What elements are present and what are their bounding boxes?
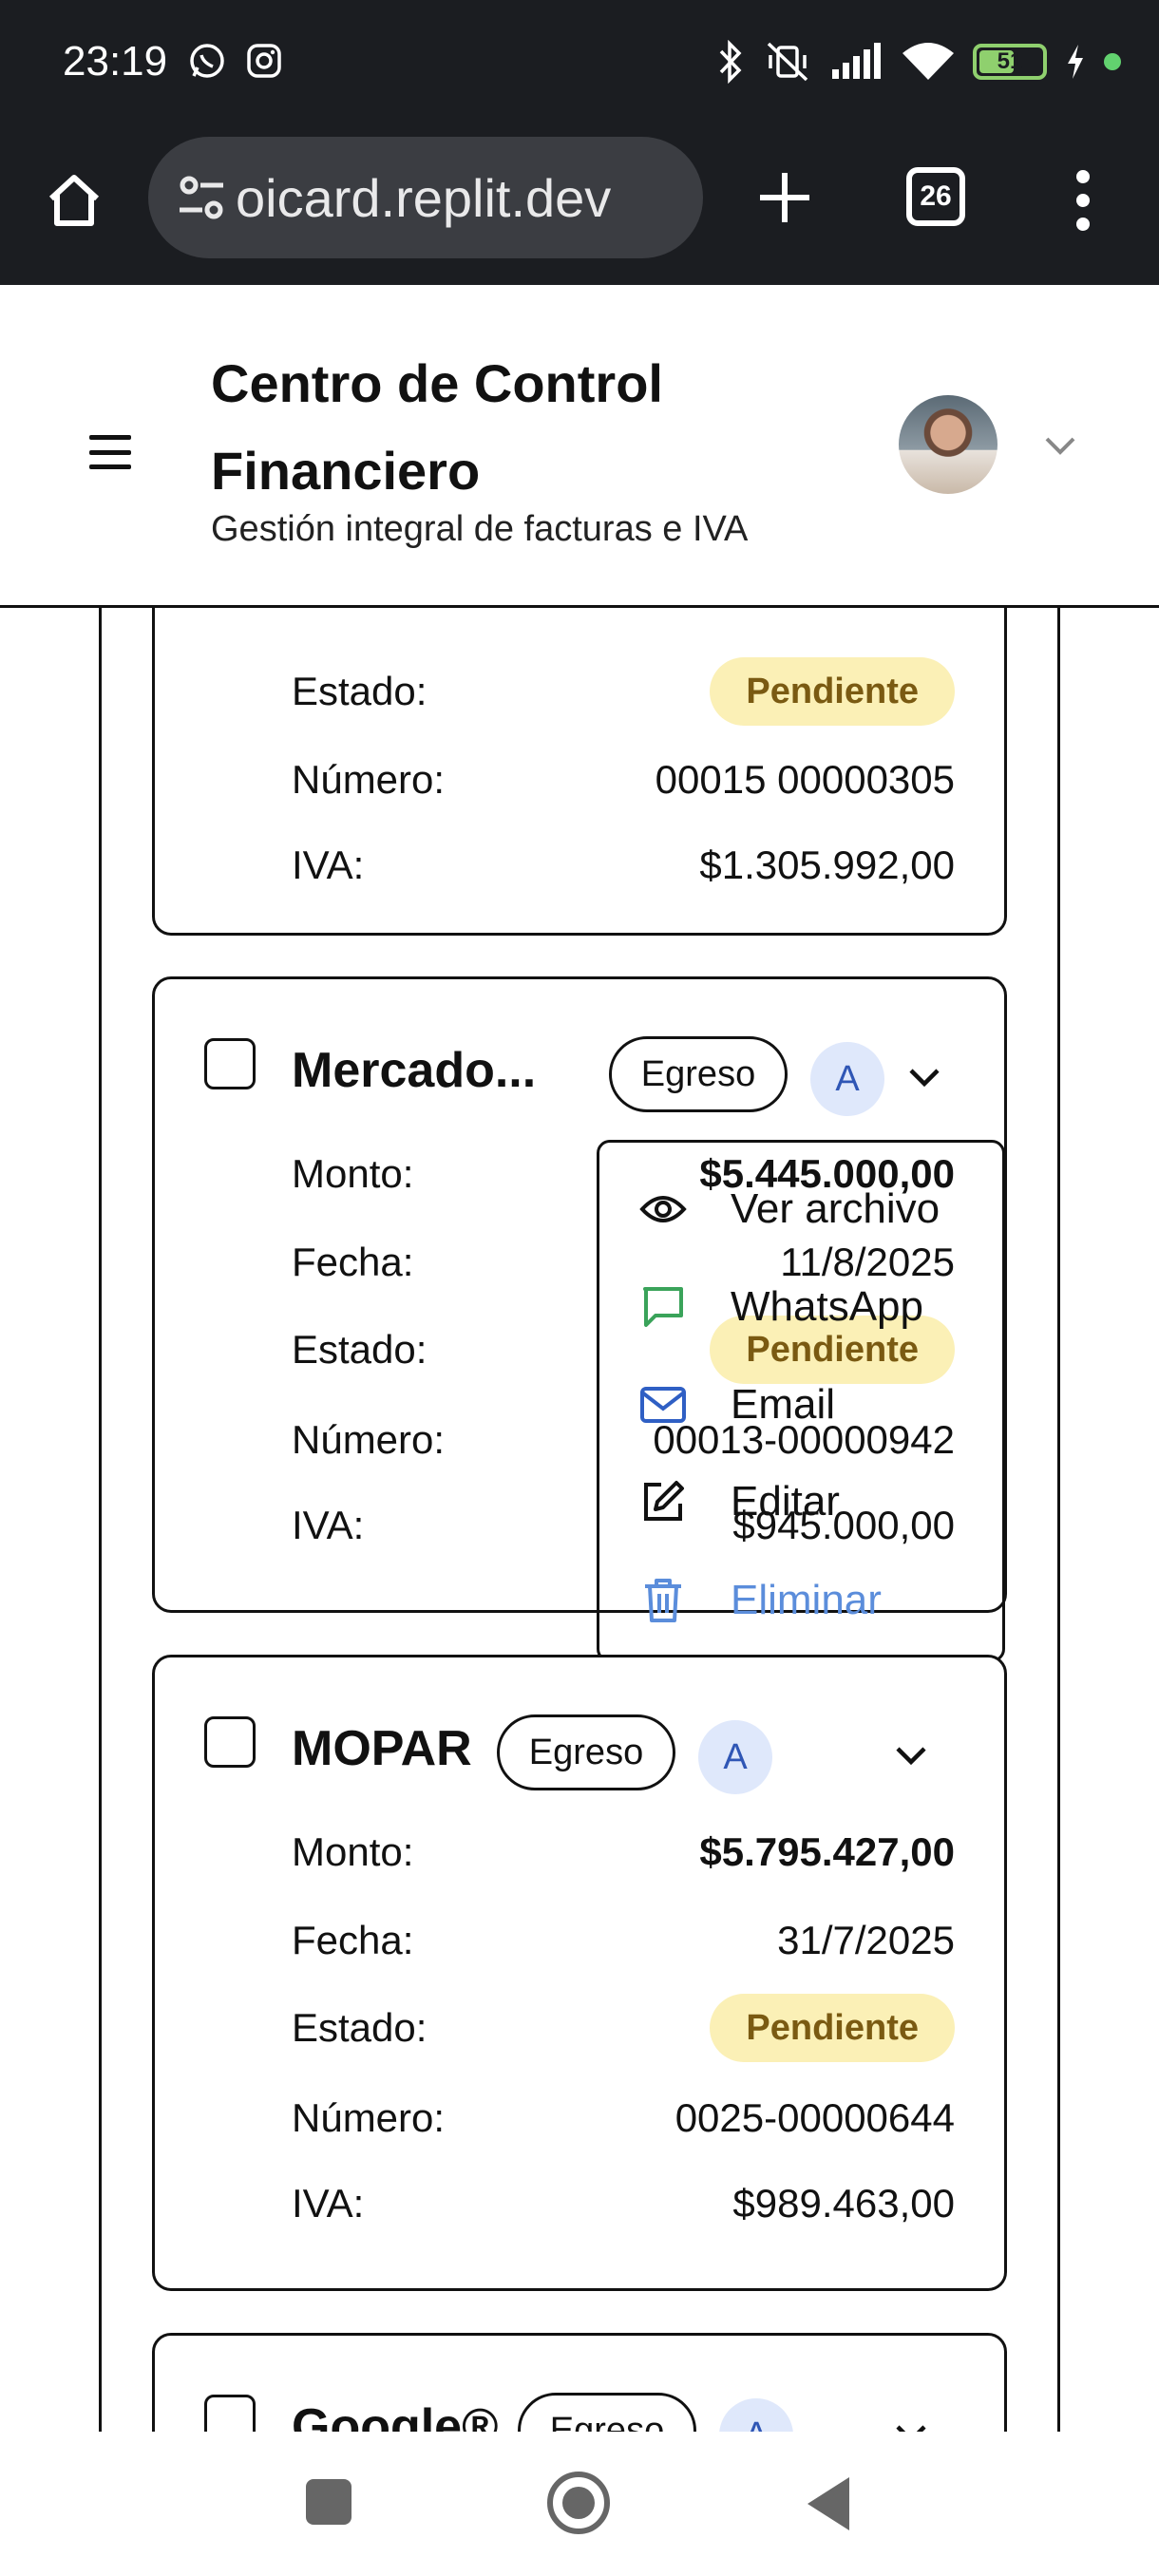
chevron-down-icon[interactable] <box>886 2410 936 2432</box>
home-icon[interactable] <box>40 166 108 235</box>
status-label: Estado: <box>292 1327 428 1372</box>
menu-icon[interactable] <box>86 427 135 477</box>
date-value: 31/7/2025 <box>777 1918 955 1962</box>
amount-value: $5.795.427,00 <box>699 1829 955 1874</box>
status-label: Estado: <box>292 2005 428 2050</box>
date-label: Fecha: <box>292 1240 414 1284</box>
avatar[interactable] <box>899 395 998 494</box>
category-badge: A <box>719 2398 793 2432</box>
status-badge: Pendiente <box>710 1994 955 2062</box>
number-row: Número: 0025-00000644 <box>292 2090 955 2147</box>
number-value: 00015 00000305 <box>655 757 955 802</box>
status-bar: 23:19 51 <box>0 0 1159 123</box>
amount-row: Monto: $5.795.427,00 <box>292 1824 955 1881</box>
number-label: Número: <box>292 2095 446 2140</box>
menu-item-label: Email <box>731 1381 836 1428</box>
trash-icon <box>637 1575 689 1626</box>
battery-icon: 51 <box>973 44 1047 80</box>
vibrate-off-icon <box>764 40 811 84</box>
date-row: Fecha: 31/7/2025 <box>292 1912 955 1969</box>
page-title: Centro de Control Financiero <box>211 353 663 501</box>
menu-item-delete[interactable]: Eliminar <box>637 1563 882 1638</box>
menu-item-email[interactable]: Email <box>637 1367 835 1443</box>
vendor-name: Mercado... <box>292 1043 537 1098</box>
more-options-icon[interactable] <box>1054 158 1112 243</box>
vat-label: IVA: <box>292 1503 365 1547</box>
number-label: Número: <box>292 1417 446 1462</box>
system-navigation-bar <box>0 2432 1159 2576</box>
whatsapp-icon <box>188 42 226 80</box>
wifi-icon <box>902 42 954 82</box>
number-label: Número: <box>292 757 446 802</box>
new-tab-icon[interactable] <box>750 163 819 232</box>
invoice-card: MOPAR Egreso A Monto: $5.795.427,00 Fech… <box>152 1655 1007 2291</box>
message-icon <box>637 1281 689 1333</box>
date-label: Fecha: <box>292 1918 414 1962</box>
status-row: Estado: Pendiente <box>292 1994 955 2062</box>
select-checkbox[interactable] <box>204 1716 256 1768</box>
chevron-down-icon[interactable] <box>900 1053 949 1103</box>
battery-level: 51 <box>997 48 1023 74</box>
bluetooth-icon <box>716 40 745 84</box>
status-label: Estado: <box>292 669 428 713</box>
menu-item-label: WhatsApp <box>731 1283 923 1330</box>
invoice-card: Google® Egreso A <box>152 2333 1007 2432</box>
select-checkbox[interactable] <box>204 1038 256 1089</box>
privacy-indicator-dot <box>1104 53 1121 70</box>
url-text: oicard.replit.dev <box>236 167 612 228</box>
menu-item-view-file[interactable]: Ver archivo <box>637 1171 940 1247</box>
amount-label: Monto: <box>292 1151 414 1196</box>
edit-icon <box>637 1476 689 1527</box>
type-badge: Egreso <box>518 2393 696 2432</box>
type-badge: Egreso <box>497 1714 675 1790</box>
vat-row: IVA: $989.463,00 <box>292 2175 955 2232</box>
category-badge: A <box>810 1042 884 1116</box>
invoice-list[interactable]: Estado: Pendiente Número: 00015 00000305… <box>0 608 1159 2432</box>
home-button[interactable] <box>547 2472 610 2534</box>
amount-label: Monto: <box>292 1829 414 1874</box>
category-badge: A <box>698 1720 772 1794</box>
status-badge: Pendiente <box>710 657 955 726</box>
back-button[interactable] <box>808 2477 849 2530</box>
eye-icon <box>637 1184 689 1235</box>
number-row: Número: 00015 00000305 <box>292 751 955 808</box>
recents-button[interactable] <box>306 2479 352 2525</box>
tab-switcher-button[interactable]: 26 <box>906 167 965 226</box>
vat-value: $1.305.992,00 <box>699 843 955 887</box>
app-header: Centro de Control Financiero Gestión int… <box>0 285 1159 608</box>
status-row: Estado: Pendiente <box>292 657 955 726</box>
chevron-down-icon[interactable] <box>1039 426 1081 467</box>
vat-label: IVA: <box>292 2181 365 2226</box>
instagram-icon <box>245 42 283 80</box>
signal-icon <box>830 43 884 81</box>
select-checkbox[interactable] <box>204 2395 256 2432</box>
browser-toolbar: oicard.replit.dev 26 <box>0 123 1159 285</box>
menu-item-whatsapp[interactable]: WhatsApp <box>637 1269 923 1345</box>
vat-value: $989.463,00 <box>732 2181 955 2226</box>
type-badge: Egreso <box>609 1036 788 1112</box>
site-settings-icon[interactable] <box>173 169 230 226</box>
mail-icon <box>637 1379 689 1430</box>
invoice-card: Estado: Pendiente Número: 00015 00000305… <box>152 608 1007 936</box>
charging-icon <box>1066 45 1085 79</box>
menu-item-label: Ver archivo <box>731 1185 940 1232</box>
menu-item-edit[interactable]: Editar <box>637 1464 840 1540</box>
vendor-name: MOPAR <box>292 1721 472 1776</box>
actions-dropdown: Ver archivo WhatsApp Email Editar Elimin… <box>597 1140 1005 1662</box>
vat-row: IVA: $1.305.992,00 <box>292 837 955 894</box>
status-time: 23:19 <box>63 38 168 85</box>
url-bar[interactable]: oicard.replit.dev <box>148 137 703 258</box>
page-subtitle: Gestión integral de facturas e IVA <box>211 509 749 549</box>
menu-item-label: Editar <box>731 1478 840 1525</box>
menu-item-label: Eliminar <box>731 1577 882 1623</box>
vat-label: IVA: <box>292 843 365 887</box>
vendor-name: Google® <box>292 2399 499 2432</box>
number-value: 0025-00000644 <box>674 2095 955 2140</box>
chevron-down-icon[interactable] <box>886 1732 936 1781</box>
